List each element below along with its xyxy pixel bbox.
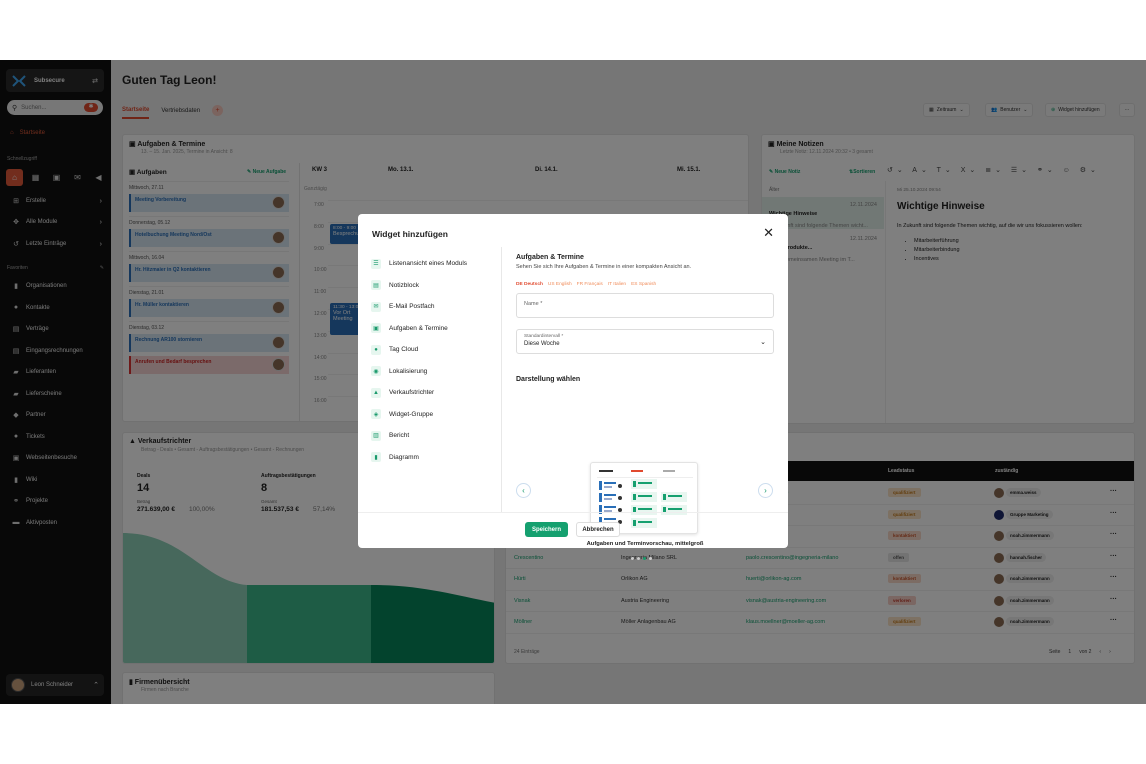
widget-type-item[interactable]: ● Tag Cloud: [371, 339, 501, 361]
interval-select[interactable]: Standardintervall * Diese Woche ⌄: [516, 329, 774, 354]
name-placeholder: Name *: [524, 301, 543, 307]
widget-type-icon: ▣: [371, 323, 381, 334]
display-title: Darstellung wählen: [516, 376, 581, 383]
lang-tab-es[interactable]: ES Spanish: [631, 282, 656, 287]
lang-tab-de[interactable]: DE Deutsch: [516, 282, 543, 287]
widget-type-label: Tag Cloud: [389, 346, 419, 354]
lang-tab-it[interactable]: IT Italien: [608, 282, 626, 287]
widget-type-label: Lokalisierung: [389, 367, 428, 375]
carousel-dot[interactable]: [631, 557, 634, 560]
dialog-divider: [501, 247, 502, 512]
interval-value: Diese Woche: [524, 341, 560, 347]
dialog-title: Widget hinzufügen: [372, 229, 448, 239]
widget-type-icon: ◈: [371, 409, 381, 420]
widget-type-label: Listenansicht eines Moduls: [389, 260, 468, 268]
widget-type-item[interactable]: ◈ Widget-Gruppe: [371, 404, 501, 426]
carousel-dot[interactable]: [637, 557, 640, 560]
widget-type-icon: ▮: [371, 452, 381, 463]
widget-type-item[interactable]: ▥ Bericht: [371, 425, 501, 447]
prev-arrow-icon[interactable]: ‹: [516, 483, 531, 498]
widget-type-item[interactable]: ◉ Lokalisierung: [371, 361, 501, 383]
widget-type-item[interactable]: ▤ Notizblock: [371, 275, 501, 297]
add-widget-dialog: Widget hinzufügen ✕ ☰ Listenansicht eines…: [358, 214, 788, 560]
widget-type-list: ☰ Listenansicht eines Moduls ▤ Notizblock ✉ E…: [371, 253, 501, 468]
config-subtitle: Sehen Sie sich Ihre Aufgaben & Termine i…: [516, 264, 692, 270]
dialog-footer: Speichern Abbrechen: [358, 512, 788, 548]
widget-type-item[interactable]: ☰ Listenansicht eines Moduls: [371, 253, 501, 275]
lang-tab-fr[interactable]: FR Français: [577, 282, 603, 287]
widget-type-item[interactable]: ▲ Verkaufstrichter: [371, 382, 501, 404]
widget-type-label: Verkaufstrichter: [389, 389, 435, 397]
save-button[interactable]: Speichern: [525, 522, 568, 537]
chevron-down-icon: ⌄: [760, 339, 766, 346]
widget-type-label: Diagramm: [389, 453, 419, 461]
widget-config: Aufgaben & Termine Sehen Sie sich Ihre A…: [516, 254, 774, 383]
widget-type-label: E-Mail Postfach: [389, 303, 435, 311]
carousel-dot[interactable]: [649, 557, 652, 560]
cancel-button[interactable]: Abbrechen: [576, 522, 620, 537]
config-title: Aufgaben & Termine: [516, 254, 584, 261]
next-arrow-icon[interactable]: ›: [758, 483, 773, 498]
widget-type-item[interactable]: ▮ Diagramm: [371, 447, 501, 469]
lang-tab-en[interactable]: US English: [548, 282, 572, 287]
widget-type-label: Aufgaben & Termine: [389, 324, 448, 332]
widget-type-item[interactable]: ▣ Aufgaben & Termine: [371, 318, 501, 340]
widget-type-icon: ▲: [371, 387, 381, 398]
carousel-dots: [631, 557, 652, 560]
widget-type-item[interactable]: ✉ E-Mail Postfach: [371, 296, 501, 318]
widget-type-label: Widget-Gruppe: [389, 410, 434, 418]
app-frame: Subsecure ⇄ ⚲ Suchen... ✱ ⌂ Startseite S…: [0, 60, 1146, 704]
widget-type-label: Notizblock: [389, 281, 419, 289]
widget-type-icon: ▤: [371, 280, 381, 291]
close-icon[interactable]: ✕: [763, 225, 774, 241]
interval-label: Standardintervall *: [524, 334, 564, 339]
name-field[interactable]: Name *: [516, 293, 774, 318]
widget-type-icon: ●: [371, 344, 381, 355]
carousel-dot[interactable]: [643, 557, 646, 560]
widget-type-icon: ✉: [371, 301, 381, 312]
widget-type-icon: ☰: [371, 258, 381, 269]
widget-type-label: Bericht: [389, 432, 410, 440]
language-tabs: DE Deutsch US English FR Français IT Ita…: [516, 282, 774, 287]
widget-type-icon: ▥: [371, 430, 381, 441]
widget-type-icon: ◉: [371, 366, 381, 377]
